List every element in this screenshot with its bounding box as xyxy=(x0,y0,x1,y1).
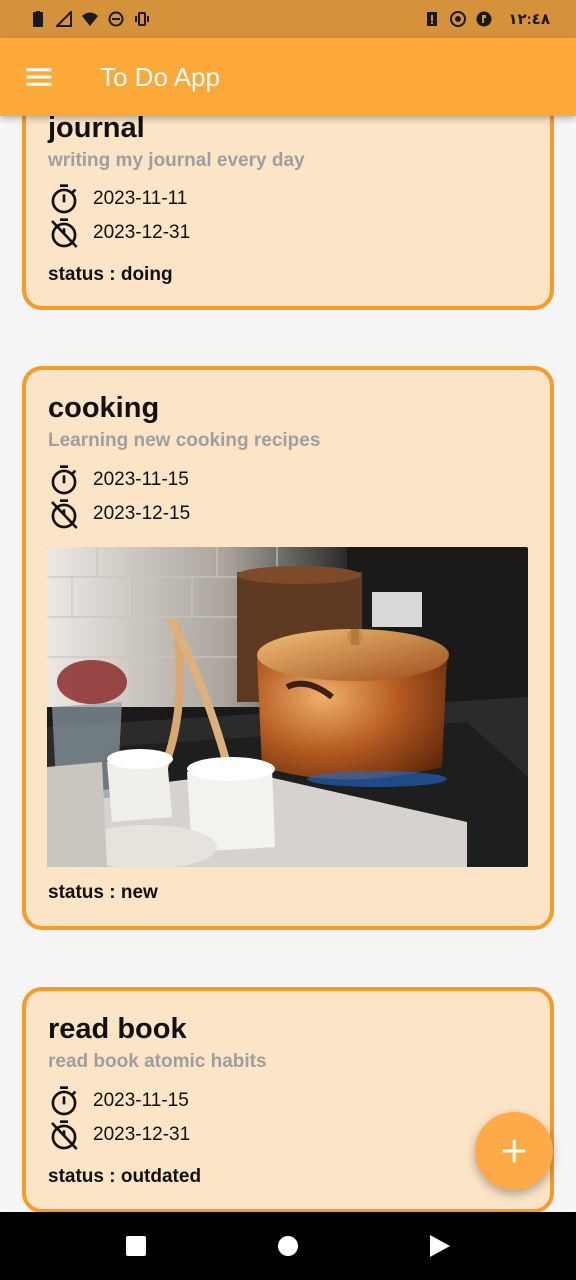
back-button[interactable] xyxy=(420,1226,460,1266)
task-title: cooking xyxy=(48,392,160,424)
timer-off-icon xyxy=(51,499,78,529)
task-status: status : outdated xyxy=(48,1166,202,1187)
wifi-icon xyxy=(82,12,98,26)
vibrate-icon xyxy=(135,12,149,26)
clock-time: ١٢:٤٨ xyxy=(508,11,550,28)
task-description: read book atomic habits xyxy=(48,1051,267,1072)
square-icon xyxy=(126,1236,146,1256)
timer-off-icon xyxy=(51,218,78,248)
timer-icon xyxy=(51,465,77,495)
start-date-row: 2023-11-15 xyxy=(48,1084,189,1118)
end-date: 2023-12-15 xyxy=(93,503,191,524)
end-date: 2023-12-31 xyxy=(93,222,191,243)
task-status: status : new xyxy=(48,882,158,903)
task-card[interactable]: read book read book atomic habits 2023-1… xyxy=(22,987,554,1212)
start-date: 2023-11-11 xyxy=(93,188,188,209)
recents-button[interactable] xyxy=(116,1226,156,1266)
task-title: read book xyxy=(48,1013,187,1045)
target-icon xyxy=(450,11,467,27)
end-date-row: 2023-12-31 xyxy=(48,1118,190,1152)
task-card[interactable]: journal writing my journal every day 202… xyxy=(22,116,554,310)
task-description: Learning new cooking recipes xyxy=(48,430,321,451)
task-title: journal xyxy=(48,116,145,144)
circle-icon xyxy=(278,1236,298,1256)
triangle-icon xyxy=(430,1235,450,1257)
status-bar: ١٢:٤٨ xyxy=(0,0,576,38)
start-date: 2023-11-15 xyxy=(93,1090,189,1111)
dnd-icon xyxy=(108,11,124,27)
menu-icon xyxy=(26,68,52,86)
end-date-row: 2023-12-31 xyxy=(48,216,190,250)
end-date-row: 2023-12-15 xyxy=(48,497,190,531)
system-nav-bar xyxy=(0,1212,576,1280)
plus-icon xyxy=(502,1139,526,1163)
start-date: 2023-11-15 xyxy=(93,469,189,490)
task-status: status : doing xyxy=(48,264,173,285)
signal-icon xyxy=(56,11,72,27)
task-list[interactable]: journal writing my journal every day 202… xyxy=(0,116,576,1212)
task-description: writing my journal every day xyxy=(48,150,305,171)
app-title: To Do App xyxy=(100,61,220,92)
home-button[interactable] xyxy=(268,1226,308,1266)
add-task-button[interactable] xyxy=(475,1112,553,1190)
alert-icon xyxy=(427,12,438,26)
timer-icon xyxy=(51,1086,77,1116)
start-date-row: 2023-11-15 xyxy=(48,463,189,497)
menu-button[interactable] xyxy=(0,38,78,116)
end-date: 2023-12-31 xyxy=(93,1124,191,1145)
timer-off-icon xyxy=(51,1120,78,1150)
task-image xyxy=(47,547,528,867)
task-card[interactable]: cooking Learning new cooking recipes 202… xyxy=(22,366,554,930)
app-notification-icon xyxy=(476,11,492,27)
timer-icon xyxy=(51,184,77,214)
start-date-row: 2023-11-11 xyxy=(48,182,187,216)
battery-icon xyxy=(33,11,43,27)
app-bar: To Do App xyxy=(0,38,576,116)
